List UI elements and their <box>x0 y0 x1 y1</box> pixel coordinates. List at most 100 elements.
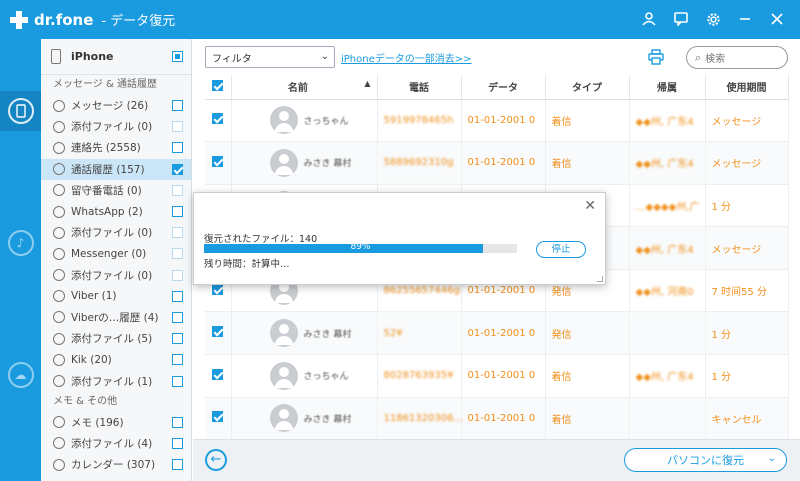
table-row[interactable]: みさき 幕村 52¥ 01-01-2001 0 発信 1 分 <box>205 311 789 356</box>
sidebar-item-checkbox[interactable] <box>172 163 183 175</box>
sidebar-item-checkbox[interactable] <box>172 227 183 239</box>
sidebar-item-checkbox[interactable] <box>172 333 183 345</box>
stop-button[interactable]: 停止 <box>536 241 586 258</box>
print-icon[interactable] <box>648 49 664 65</box>
memo-icon <box>53 416 65 429</box>
row-checkbox[interactable] <box>212 155 224 167</box>
sidebar-item[interactable]: 通話履歴 (157) <box>41 158 191 180</box>
header-date[interactable]: データ <box>461 75 546 100</box>
row-checkbox[interactable] <box>212 368 224 380</box>
sidebar-item[interactable]: 添付ファイル (0) <box>41 222 191 243</box>
header-duration[interactable]: 使用期間 <box>705 75 789 100</box>
rail-itunes-recovery[interactable]: ♪ <box>0 223 41 263</box>
sidebar-item-checkbox[interactable] <box>172 121 183 133</box>
sidebar-item-checkbox[interactable] <box>172 184 183 196</box>
cell-duration: 1 分 <box>705 354 789 398</box>
close-icon[interactable] <box>766 8 788 30</box>
sidebar-item[interactable]: メッセージ (26) <box>41 95 191 116</box>
sidebar-item[interactable]: 添付ファイル (0) <box>41 265 191 286</box>
table-row[interactable]: さっちゃん 8028763935¥ 01-01-2001 0 着信 ◆◆州, 广东4 1 … <box>205 354 789 398</box>
cell-phone: 5919978465h <box>377 99 462 143</box>
rail-device-recovery[interactable] <box>0 91 41 131</box>
header-place[interactable]: 帰属 <box>629 75 706 100</box>
mode-rail: ♪ ☁ <box>0 39 41 481</box>
sidebar-item-label: 連絡先 (2558) <box>71 142 141 155</box>
resize-grip[interactable] <box>597 276 603 282</box>
sidebar-item-checkbox[interactable] <box>172 375 183 387</box>
back-arrow-icon[interactable]: ← <box>205 449 227 471</box>
sidebar-item[interactable]: 添付ファイル (1) <box>41 370 191 391</box>
row-checkbox[interactable] <box>212 411 224 423</box>
cell-type: 着信 <box>545 354 630 398</box>
search-placeholder: 検索 <box>705 54 726 65</box>
select-all-checkbox[interactable] <box>172 51 183 62</box>
table-row[interactable]: みさき 幕村 11861320306… 01-01-2001 0 着信 キャンセル <box>205 397 789 441</box>
sidebar-item[interactable]: Viberの…履歴 (4) <box>41 307 191 328</box>
contact-cell: さっちゃん <box>231 354 378 398</box>
erase-data-link[interactable]: iPhoneデータの一部消去>> <box>341 50 472 65</box>
sidebar-item[interactable]: 添付ファイル (5) <box>41 328 191 349</box>
header-select-all-checkbox[interactable] <box>212 79 224 91</box>
cell-date: 01-01-2001 0 <box>461 311 546 356</box>
sidebar-item-checkbox[interactable] <box>172 269 183 281</box>
sidebar-item-checkbox[interactable] <box>172 311 183 323</box>
sidebar-item[interactable]: 添付ファイル (4) <box>41 433 191 454</box>
cell-phone: 5889692310g <box>377 141 462 185</box>
sidebar-item[interactable]: Messenger (0) <box>41 243 191 264</box>
sidebar-item-label: 添付ファイル (1) <box>71 375 153 388</box>
sidebar-item[interactable]: 留守番電話 (0) <box>41 180 191 201</box>
restore-to-computer-button[interactable]: パソコンに復元 ⌄ <box>624 448 787 472</box>
minimize-icon[interactable] <box>734 8 756 30</box>
sidebar-item-checkbox[interactable] <box>172 354 183 366</box>
row-checkbox[interactable] <box>212 113 224 125</box>
table-row[interactable]: みさき 幕村 5889692310g 01-01-2001 0 着信 ◆◆州, 广东4 メ… <box>205 141 789 185</box>
chevron-down-icon[interactable]: ⌄ <box>768 453 776 464</box>
sidebar-item-checkbox[interactable] <box>172 416 183 428</box>
sidebar-item-checkbox[interactable] <box>172 437 183 449</box>
sidebar-item-label: メッセージ (26) <box>71 100 149 113</box>
cell-duration: メッセージ <box>705 226 789 270</box>
sidebar-item-checkbox[interactable] <box>172 100 183 112</box>
sidebar-item-label: Messenger (0) <box>71 247 147 260</box>
contact-name: さっちゃん <box>303 116 349 127</box>
sidebar-item[interactable]: 添付ファイル (0) <box>41 116 191 137</box>
gear-icon[interactable] <box>702 8 724 30</box>
chat-icon[interactable] <box>670 8 692 30</box>
filter-dropdown[interactable]: フィルタ ⌄ <box>205 46 335 68</box>
header-phone[interactable]: 電話 <box>377 75 462 100</box>
sidebar-item-checkbox[interactable] <box>172 290 183 302</box>
phone-recover-icon <box>7 98 34 124</box>
cell-phone: 11861320306… <box>377 397 464 441</box>
dialog-close-icon[interactable]: ✕ <box>584 198 596 214</box>
row-checkbox[interactable] <box>212 326 224 338</box>
recovery-progress-dialog: ✕ 復元されたファイル：140 89% 残り時間：計算中… 停止 <box>193 192 606 285</box>
sidebar-item-label: メモ (196) <box>71 416 124 429</box>
cell-place <box>629 311 706 356</box>
sidebar-item[interactable]: Viber (1) <box>41 286 191 307</box>
sidebar-item-checkbox[interactable] <box>172 142 183 154</box>
sidebar-item[interactable]: メモ (196) <box>41 412 191 433</box>
sidebar-item-checkbox[interactable] <box>172 459 183 471</box>
sidebar-item[interactable]: カレンダー (307) <box>41 454 191 475</box>
row-checkbox-cell <box>205 99 232 143</box>
sidebar-item-checkbox[interactable] <box>172 206 183 218</box>
row-checkbox[interactable] <box>212 283 224 295</box>
cell-type: 発信 <box>545 311 630 356</box>
header-type[interactable]: タイプ <box>545 75 630 100</box>
sidebar-item[interactable]: Kik (20) <box>41 349 191 370</box>
app-logo: dr.fone - データ復元 <box>10 10 175 29</box>
user-icon[interactable] <box>638 8 660 30</box>
attachment-icon <box>53 375 65 388</box>
calendar-icon <box>53 458 65 471</box>
table-row[interactable]: さっちゃん 5919978465h 01-01-2001 0 着信 ◆◆州, 广东4 メッ… <box>205 99 789 143</box>
row-checkbox-cell <box>205 354 232 398</box>
contact-cell: みさき 幕村 <box>231 311 378 356</box>
cell-place: ◆◆州, 河南0 <box>629 269 706 313</box>
sidebar-item-checkbox[interactable] <box>172 248 183 260</box>
header-name[interactable]: 名前 ▲ <box>231 75 378 100</box>
search-input[interactable]: ⌕ 検索 <box>686 46 788 69</box>
device-name: iPhone <box>71 50 114 63</box>
rail-icloud-recovery[interactable]: ☁ <box>0 355 41 395</box>
sidebar-item[interactable]: 連絡先 (2558) <box>41 137 191 158</box>
sidebar-item[interactable]: WhatsApp (2) <box>41 201 191 222</box>
